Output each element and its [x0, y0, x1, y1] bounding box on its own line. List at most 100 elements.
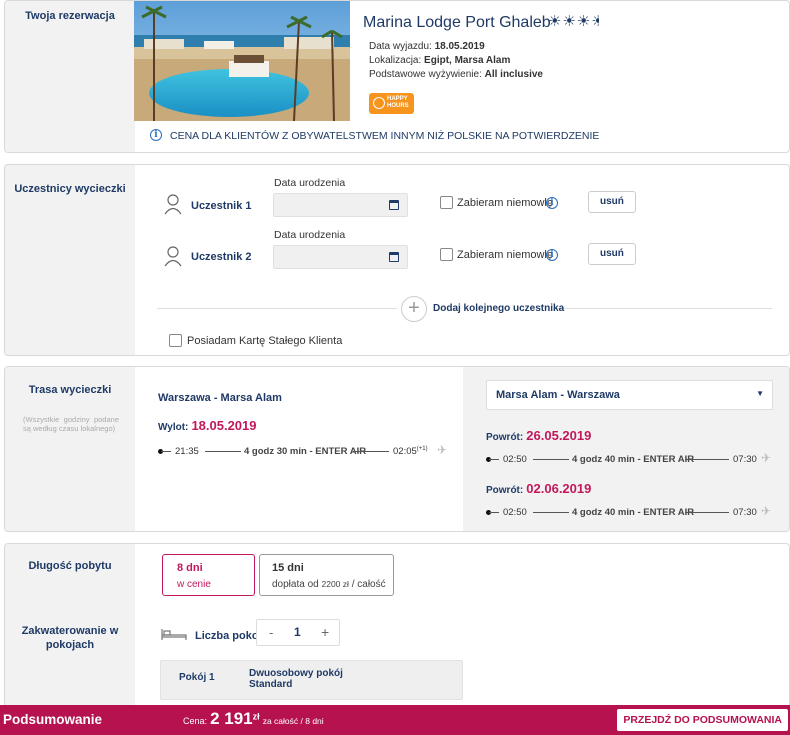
- timeline-line: [685, 512, 729, 513]
- outbound-date: Wylot: 18.05.2019: [158, 418, 257, 433]
- loyalty-card-checkbox[interactable]: [169, 334, 182, 347]
- participant-1-dob-input[interactable]: [273, 193, 408, 217]
- return-1-arr-time: 07:30: [733, 454, 757, 465]
- participant-1-remove-button[interactable]: usuń: [588, 191, 636, 213]
- participant-2-dob-input[interactable]: [273, 245, 408, 269]
- return-route-select-value: Marsa Alam - Warszawa: [496, 389, 620, 401]
- rooms-count: 1: [294, 625, 301, 639]
- happy-hours-badge: HAPPY HOURS: [369, 93, 414, 114]
- stay-panel: Długość pobytu Zakwaterowanie w pokojach…: [4, 543, 790, 723]
- hotel-photo[interactable]: [134, 1, 350, 121]
- add-participant-button[interactable]: +: [401, 296, 427, 322]
- info-icon[interactable]: i: [546, 249, 558, 261]
- departure-row: Data wyjazdu: 18.05.2019: [369, 41, 485, 52]
- badge-line2: HOURS: [387, 103, 409, 109]
- plane-icon: ✈: [761, 504, 772, 518]
- board-row: Podstawowe wyżywienie: All inclusive: [369, 69, 543, 80]
- route-side-note: (Wszystkie godziny podane są według czas…: [23, 415, 119, 433]
- rooms-stepper: - 1 +: [256, 619, 340, 646]
- timeline-line: [353, 451, 389, 452]
- summary-bar: Podsumowanie Cena: 2 191zł za całość / 8…: [0, 705, 790, 735]
- bed-icon: [161, 629, 187, 640]
- timeline-line: [161, 451, 171, 452]
- return-2-flight-info: 4 godz 40 min - ENTER AIR: [572, 507, 695, 518]
- stay-option-15-sub-suffix: / całość: [351, 579, 386, 590]
- location-label: Lokalizacja:: [369, 55, 422, 66]
- return-1-date-label: Powrót:: [486, 432, 524, 443]
- reservation-panel: Twoja rezerwacja Marina Lodge Port Ghale…: [4, 0, 790, 153]
- room-card: Pokój 1 Dwuosobowy pokój Standard: [160, 660, 463, 700]
- outbound-date-label: Wylot:: [158, 422, 189, 433]
- participant-2-infant-label: Zabieram niemowlę: [457, 249, 553, 261]
- return-route-select[interactable]: Marsa Alam - Warszawa ▼: [486, 380, 773, 410]
- return-2-date: Powrót: 02.06.2019: [486, 481, 591, 496]
- outbound-arr-time: 02:05: [393, 446, 417, 458]
- outbound-flight-info: 4 godz 30 min - ENTER AIR: [244, 446, 367, 457]
- participant-2-dob-label: Data urodzenia: [274, 229, 346, 241]
- info-icon[interactable]: i: [546, 197, 558, 209]
- participant-1-dob-label: Data urodzenia: [274, 177, 346, 189]
- board-label: Podstawowe wyżywienie:: [369, 69, 482, 80]
- sun-icon: ☀: [576, 13, 592, 30]
- return-1-flight-info: 4 godz 40 min - ENTER AIR: [572, 454, 695, 465]
- reservation-side: [5, 1, 135, 152]
- summary-title: Podsumowanie: [3, 712, 103, 727]
- outbound-arrival: 02:05(+1): [393, 446, 428, 457]
- participant-1-infant-checkbox[interactable]: [440, 196, 453, 209]
- timeline-line: [205, 451, 241, 452]
- person-icon: [164, 194, 182, 215]
- outbound-date-value: 18.05.2019: [191, 418, 257, 433]
- stay-option-8-sub: w cenie: [177, 579, 211, 590]
- outbound-dep-time: 21:35: [175, 446, 199, 457]
- price-note: za całość / 8 dni: [262, 716, 324, 726]
- return-2-date-label: Powrót:: [486, 485, 524, 496]
- departure-value: 18.05.2019: [434, 41, 485, 52]
- participant-2-remove-button[interactable]: usuń: [588, 243, 636, 265]
- stay-option-15-sub-amount: 2200 zł: [321, 579, 349, 589]
- price-currency: zł: [252, 711, 260, 722]
- loyalty-card-label: Posiadam Kartę Stałego Klienta: [187, 335, 343, 347]
- stay-option-15-days[interactable]: 15 dni dopłata od 2200 zł / całość: [259, 554, 394, 596]
- price-label: Cena:: [183, 716, 208, 726]
- departure-label: Data wyjazdu:: [369, 41, 432, 52]
- plus-icon: +: [408, 297, 420, 319]
- return-1-date: Powrót: 26.05.2019: [486, 428, 591, 443]
- reservation-side-title: Twoja rezerwacja: [25, 10, 115, 22]
- return-1-dep-time: 02:50: [503, 454, 527, 465]
- rooms-label: Liczba pokoi: [195, 630, 262, 642]
- return-2-date-value: 02.06.2019: [526, 481, 592, 496]
- stay-option-15-title: 15 dni: [272, 562, 304, 574]
- rooms-plus-button[interactable]: +: [321, 624, 329, 640]
- room-name: Pokój 1: [179, 672, 215, 683]
- stay-option-8-days[interactable]: 8 dni w cenie: [162, 554, 255, 596]
- citizenship-notice: CENA DLA KLIENTÓW Z OBYWATELSTWEM INNYM …: [170, 130, 600, 142]
- price-block: Cena: 2 191zł za całość / 8 dni: [183, 709, 324, 729]
- board-value: All inclusive: [484, 69, 543, 80]
- divider: [557, 308, 772, 309]
- hotel-name[interactable]: Marina Lodge Port Ghaleb: [363, 14, 551, 32]
- participants-panel: Uczestnicy wycieczki Uczestnik 1 Data ur…: [4, 164, 790, 356]
- rooms-minus-button[interactable]: -: [269, 625, 273, 640]
- return-1-date-value: 26.05.2019: [526, 428, 592, 443]
- room-type: Dwuosobowy pokój Standard: [249, 668, 343, 690]
- plane-icon: ✈: [761, 451, 772, 465]
- sun-icon: ☀: [562, 13, 577, 30]
- timeline-line: [533, 459, 569, 460]
- plane-icon: ✈: [437, 443, 448, 457]
- participant-2-infant-checkbox[interactable]: [440, 248, 453, 261]
- hotel-rating: ☀☀☀☀: [548, 12, 599, 30]
- stay-option-15-sub-prefix: dopłata od: [272, 579, 319, 590]
- return-2-dep-time: 02:50: [503, 507, 527, 518]
- participant-1-infant-label: Zabieram niemowlę: [457, 197, 553, 209]
- participant-2-name: Uczestnik 2: [191, 251, 252, 263]
- info-icon[interactable]: i: [150, 129, 162, 141]
- add-participant-label[interactable]: Dodaj kolejnego uczestnika: [433, 303, 564, 314]
- calendar-icon: [389, 252, 399, 262]
- timeline-line: [685, 459, 729, 460]
- go-to-summary-button[interactable]: PRZEJDŹ DO PODSUMOWANIA: [617, 709, 788, 731]
- location-row: Lokalizacja: Egipt, Marsa Alam: [369, 55, 510, 66]
- stay-option-15-sub: dopłata od 2200 zł / całość: [272, 579, 386, 590]
- stay-option-8-title: 8 dni: [177, 562, 203, 574]
- stay-side-title: Długość pobytu: [28, 560, 112, 572]
- outbound-title: Warszawa - Marsa Alam: [158, 392, 282, 404]
